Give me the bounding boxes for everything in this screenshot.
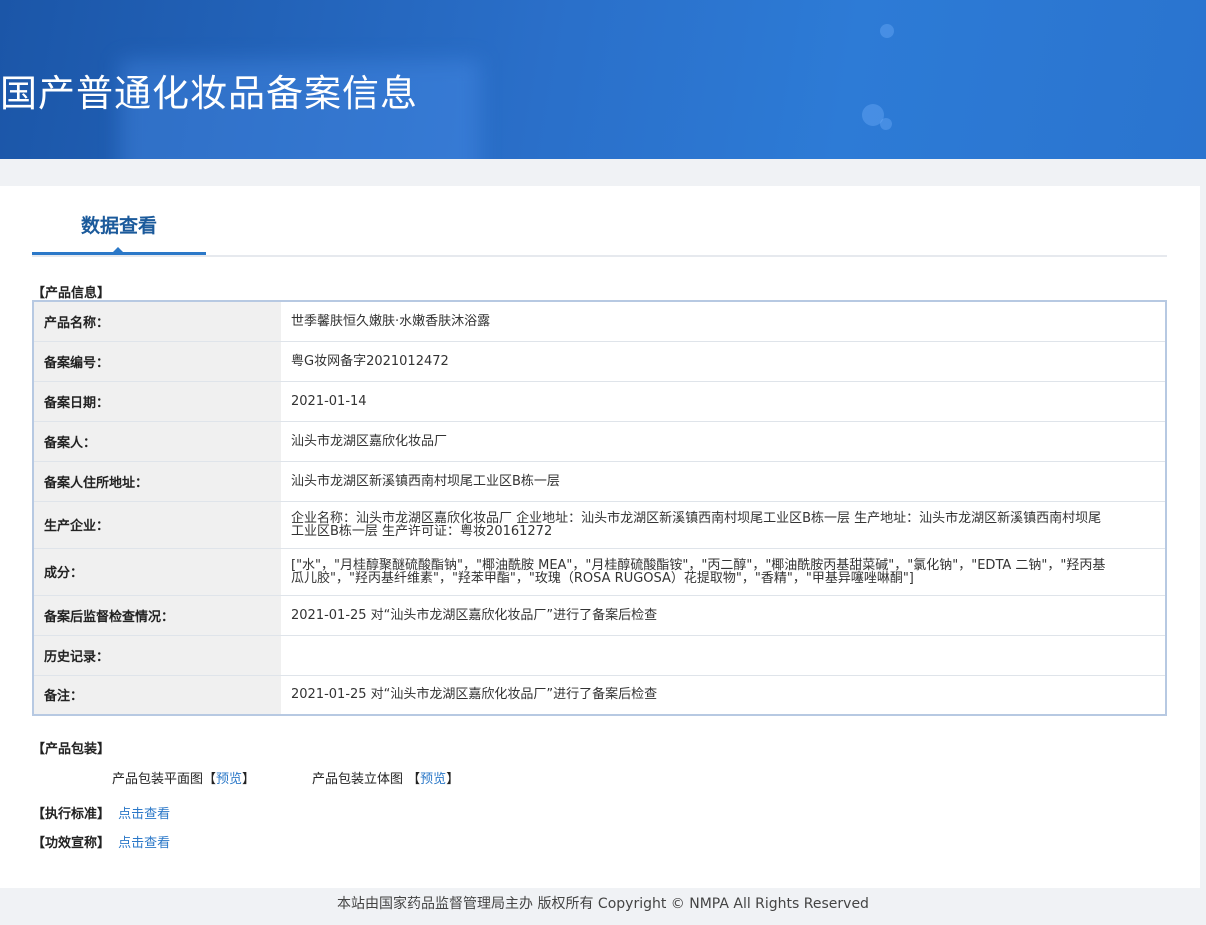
row-label: 备案日期：	[33, 381, 281, 422]
row-label: 备案后监督检查情况：	[33, 595, 281, 636]
page-title: 国产普通化妆品备案信息	[0, 72, 418, 115]
table-row: 历史记录：	[33, 635, 1166, 676]
row-label: 成分：	[33, 548, 281, 596]
table-row: 生产企业： 企业名称：汕头市龙湖区嘉欣化妆品厂 企业地址：汕头市龙湖区新溪镇西南…	[33, 501, 1166, 549]
row-label: 历史记录：	[33, 635, 281, 676]
efficacy-heading: 【功效宣称】	[32, 836, 111, 851]
banner-dot	[880, 24, 894, 38]
tab-bar: 数据查看	[32, 215, 1167, 257]
table-row: 成分： ["水"，"月桂醇聚醚硫酸酯钠"，"椰油酰胺 MEA"，"月桂醇硫酸酯铵…	[33, 548, 1166, 596]
banner-dot	[880, 118, 892, 130]
table-row: 产品名称： 世季馨肤恒久嫩肤·水嫩香肤沐浴露	[33, 301, 1166, 342]
row-value: 汕头市龙湖区嘉欣化妆品厂	[281, 421, 1166, 462]
row-label: 备注：	[33, 675, 281, 715]
bracket-open: 【	[203, 772, 217, 787]
packaging-flat: 产品包装平面图【预览】	[112, 768, 255, 787]
table-row: 备案后监督检查情况： 2021-01-25 对“汕头市龙湖区嘉欣化妆品厂”进行了…	[33, 595, 1166, 636]
tab-caret-icon	[112, 247, 124, 253]
standard-heading: 【执行标准】	[32, 807, 111, 822]
row-value: 2021-01-25 对“汕头市龙湖区嘉欣化妆品厂”进行了备案后检查	[291, 687, 658, 703]
packaging-solid: 产品包装立体图 【预览】	[312, 768, 459, 787]
table-row: 备案人住所地址： 汕头市龙湖区新溪镇西南村坝尾工业区B栋一层	[33, 461, 1166, 502]
efficacy-view-link[interactable]: 点击查看	[118, 836, 170, 851]
footer: 本站由国家药品监督管理局主办 版权所有 Copyright © NMPA All…	[337, 896, 869, 912]
row-value: 汕头市龙湖区新溪镇西南村坝尾工业区B栋一层	[281, 461, 1166, 502]
standard-view-link[interactable]: 点击查看	[118, 807, 170, 822]
efficacy-line: 【功效宣称】 点击查看	[32, 832, 170, 851]
product-info-heading: 【产品信息】	[32, 286, 111, 301]
row-value: 世季馨肤恒久嫩肤·水嫩香肤沐浴露	[281, 301, 1166, 342]
row-value	[281, 635, 1166, 676]
row-label: 产品名称：	[33, 301, 281, 342]
product-info-table: 产品名称： 世季馨肤恒久嫩肤·水嫩香肤沐浴露 备案编号： 粤G妆网备字20210…	[32, 300, 1167, 716]
table-row: 备案日期： 2021-01-14	[33, 381, 1166, 422]
preview-solid-link[interactable]: 预览	[420, 772, 446, 787]
row-label: 备案人：	[33, 421, 281, 462]
row-label: 备案编号：	[33, 341, 281, 382]
row-label: 生产企业：	[33, 501, 281, 549]
table-row: 备案人： 汕头市龙湖区嘉欣化妆品厂	[33, 421, 1166, 462]
bracket-close: 】	[446, 772, 460, 787]
preview-flat-link[interactable]: 预览	[216, 772, 242, 787]
bracket-open: 【	[407, 772, 421, 787]
row-label: 备案人住所地址：	[33, 461, 281, 502]
row-value: 2021-01-25 对“汕头市龙湖区嘉欣化妆品厂”进行了备案后检查	[281, 595, 1166, 636]
header-banner: 国产普通化妆品备案信息	[0, 0, 1206, 159]
packaging-solid-label: 产品包装立体图	[312, 772, 404, 787]
table-row: 备案编号： 粤G妆网备字2021012472	[33, 341, 1166, 382]
row-value: ["水"，"月桂醇聚醚硫酸酯钠"，"椰油酰胺 MEA"，"月桂醇硫酸酯铵"，"丙…	[281, 548, 1166, 596]
row-value: 粤G妆网备字2021012472	[281, 341, 1166, 382]
row-value: 企业名称：汕头市龙湖区嘉欣化妆品厂 企业地址：汕头市龙湖区新溪镇西南村坝尾工业区…	[281, 501, 1166, 549]
row-value: 2021-01-14	[281, 381, 1166, 422]
standard-line: 【执行标准】 点击查看	[32, 803, 170, 822]
content-panel: 数据查看 【产品信息】 产品名称： 世季馨肤恒久嫩肤·水嫩香肤沐浴露 备案编号：…	[0, 186, 1200, 888]
packaging-heading: 【产品包装】	[32, 742, 111, 757]
table-row: 备注： 2021-01-25 对“汕头市龙湖区嘉欣化妆品厂”进行了备案后检查	[33, 675, 1166, 715]
bracket-close: 】	[242, 772, 256, 787]
packaging-flat-label: 产品包装平面图	[112, 772, 204, 787]
